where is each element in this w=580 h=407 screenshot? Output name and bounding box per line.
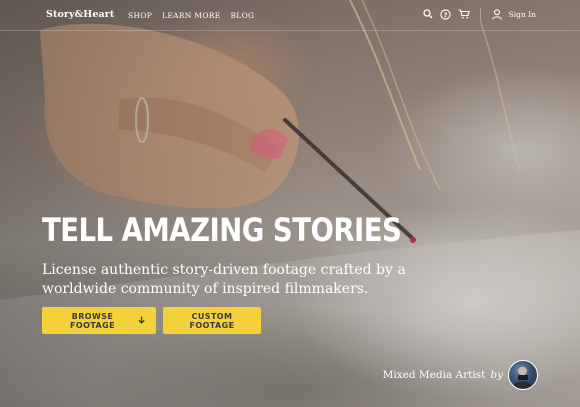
credit-by: by [490,369,503,381]
cta-buttons: BROWSE FOOTAGE CUSTOM FOOTAGE [42,307,261,334]
nav-link-learn-more[interactable]: LEARN MORE [162,11,220,20]
credit-title[interactable]: Mixed Media Artist [383,369,486,381]
user-icon[interactable] [491,8,503,20]
arrow-down-icon [138,316,145,326]
nav-link-shop[interactable]: SHOP [128,11,152,20]
footage-credit: Mixed Media Artist by [383,360,538,390]
nav-link-blog[interactable]: BLOG [231,11,255,20]
hero-headline: TELL AMAZING STORIES [42,211,402,249]
sign-in-link[interactable]: Sign In [509,10,536,19]
cart-icon[interactable] [458,8,470,20]
avatar[interactable] [508,360,538,390]
browse-footage-label: BROWSE FOOTAGE [70,311,115,330]
svg-text:?: ? [444,11,448,19]
nav-actions: ? Sign In [422,8,536,20]
search-icon[interactable] [422,8,434,20]
browse-footage-button[interactable]: BROWSE FOOTAGE [42,307,156,334]
logo[interactable]: Story&Heart [46,9,114,20]
custom-footage-button[interactable]: CUSTOM FOOTAGE [163,307,261,334]
help-icon[interactable]: ? [440,8,452,20]
top-nav: Story&Heart SHOP LEARN MORE BLOG ? Sign … [0,0,580,31]
hero-subhead: License authentic story-driven footage c… [42,262,406,297]
hero-overlay [0,0,580,407]
nav-divider [479,8,481,20]
nav-links: SHOP LEARN MORE BLOG [128,11,254,20]
